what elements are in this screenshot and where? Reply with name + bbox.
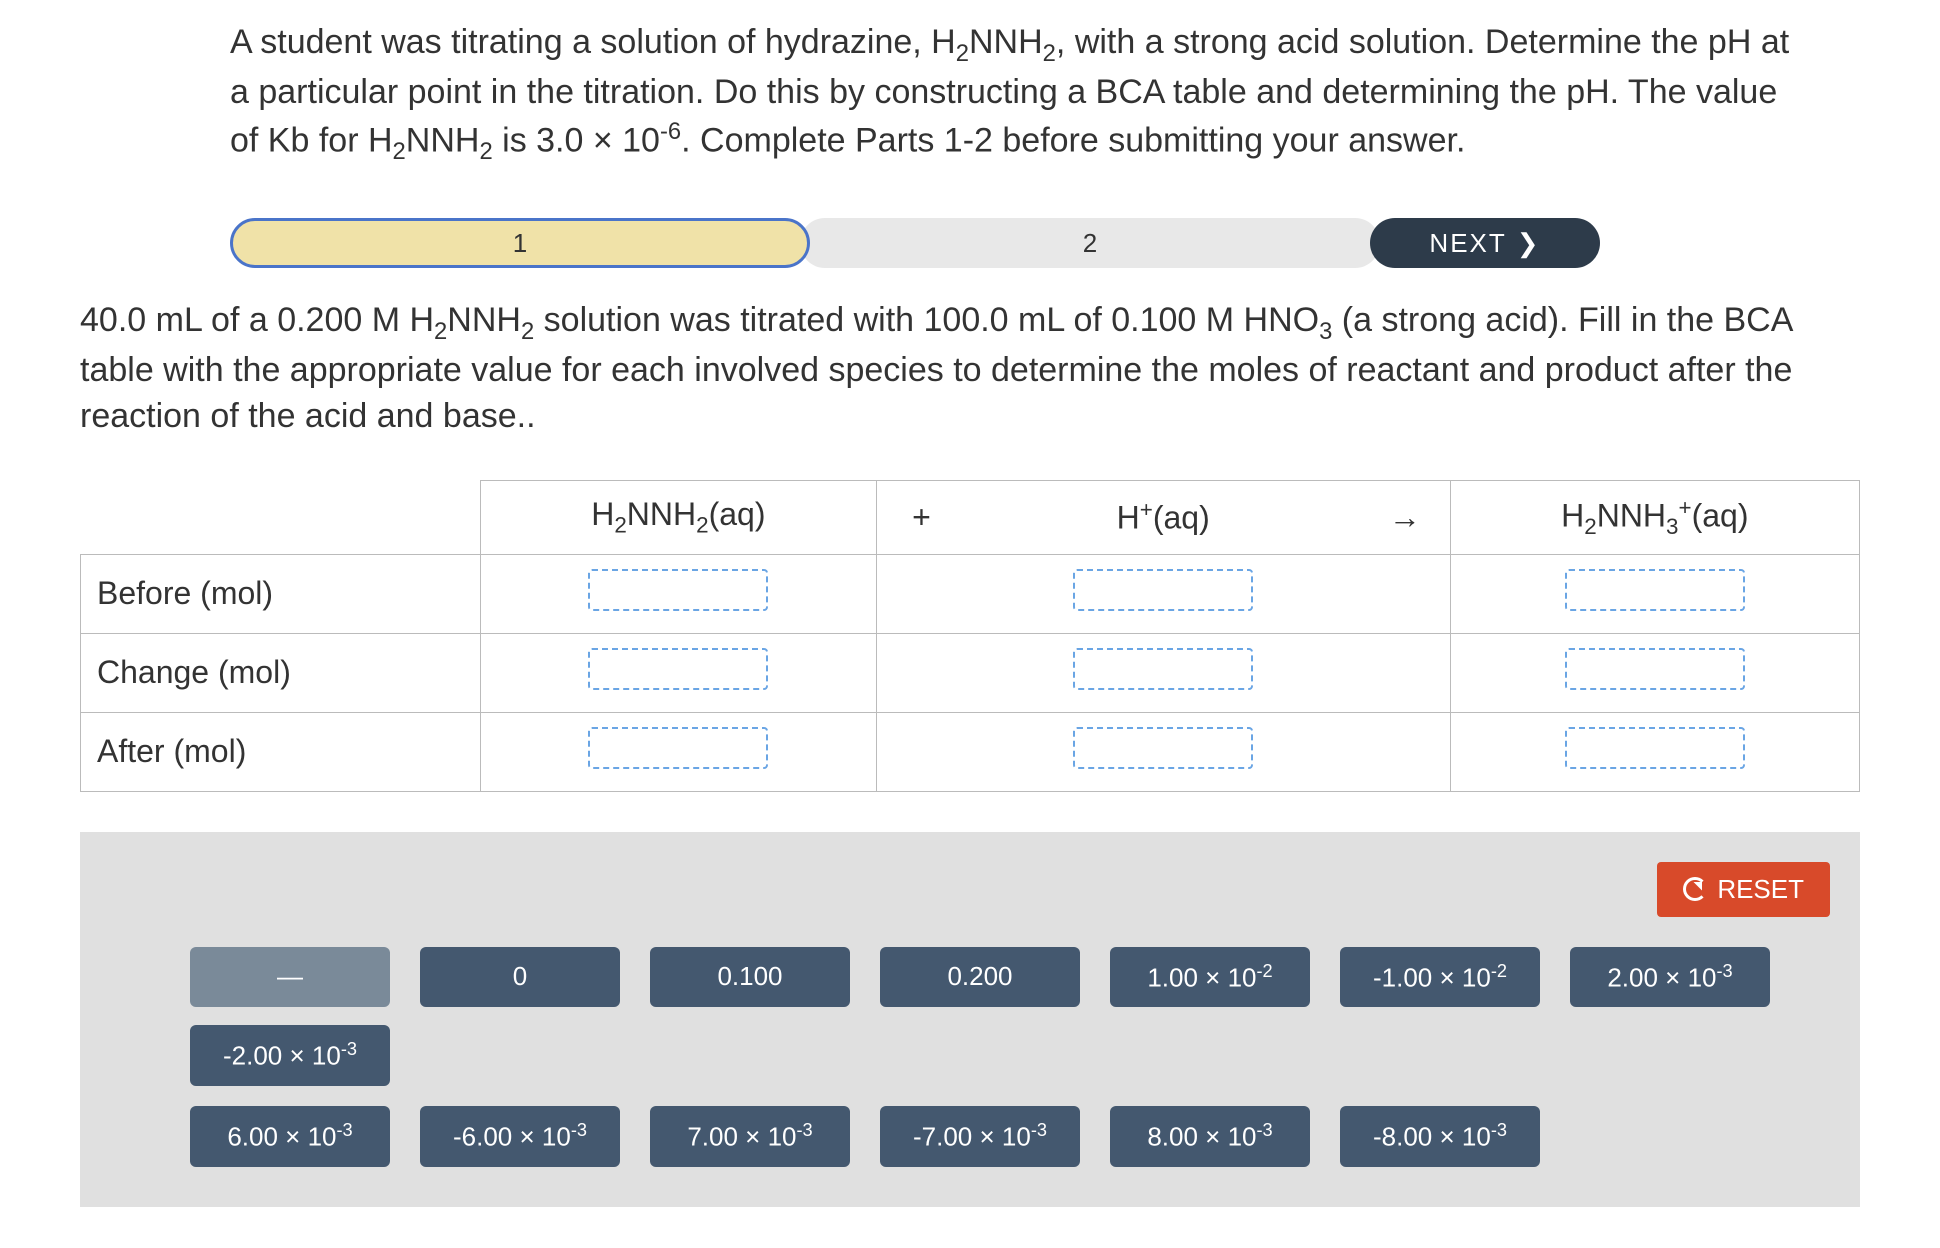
col-header-hplus: H+(aq): [966, 480, 1360, 554]
dropzone-after-col1[interactable]: [588, 727, 768, 769]
answer-tile[interactable]: 8.00 × 10-3: [1110, 1106, 1310, 1167]
tiles-row-2: 6.00 × 10-3 -6.00 × 10-3 7.00 × 10-3 -7.00 …: [110, 1106, 1830, 1167]
arrow-symbol: →: [1360, 480, 1450, 554]
answer-tile[interactable]: -8.00 × 10-3: [1340, 1106, 1540, 1167]
tiles-row-1: — 0 0.100 0.200 1.00 × 10-2 -1.00 × 10-2 2.00 …: [110, 947, 1830, 1086]
answer-tile[interactable]: 1.00 × 10-2: [1110, 947, 1310, 1008]
dropzone-after-col2[interactable]: [1073, 727, 1253, 769]
tab-part-1[interactable]: 1: [230, 218, 810, 268]
dropzone-change-col1[interactable]: [588, 648, 768, 690]
dropzone-change-col3[interactable]: [1565, 648, 1745, 690]
row-label-change: Change (mol): [81, 633, 481, 712]
answer-tile[interactable]: 7.00 × 10-3: [650, 1106, 850, 1167]
sub-question-text: 40.0 mL of a 0.200 M H2NNH2 solution was…: [80, 298, 1860, 440]
answer-tile[interactable]: 0.200: [880, 947, 1080, 1008]
answer-tile[interactable]: —: [190, 947, 390, 1008]
row-label-after: After (mol): [81, 712, 481, 791]
dropzone-change-col2[interactable]: [1073, 648, 1253, 690]
nav-row: 1 2 NEXT ❯: [80, 218, 1860, 268]
answer-tile[interactable]: -1.00 × 10-2: [1340, 947, 1540, 1008]
row-label-before: Before (mol): [81, 554, 481, 633]
dropzone-after-col3[interactable]: [1565, 727, 1745, 769]
next-button[interactable]: NEXT ❯: [1370, 218, 1600, 268]
answer-tile[interactable]: -6.00 × 10-3: [420, 1106, 620, 1167]
dropzone-before-col1[interactable]: [588, 569, 768, 611]
next-label: NEXT: [1429, 228, 1506, 259]
answer-tile[interactable]: 0: [420, 947, 620, 1008]
undo-icon: [1683, 877, 1707, 901]
bca-table: H2NNH2(aq) + H+(aq) → H2NNH3+(aq) Before…: [80, 480, 1860, 792]
dropzone-before-col2[interactable]: [1073, 569, 1253, 611]
col-header-conjugate: H2NNH3+(aq): [1450, 480, 1859, 554]
answer-tile[interactable]: 6.00 × 10-3: [190, 1106, 390, 1167]
reset-button[interactable]: RESET: [1657, 862, 1830, 917]
answer-tile-area: RESET — 0 0.100 0.200 1.00 × 10-2 -1.00 × 10-…: [80, 832, 1860, 1207]
plus-symbol: +: [876, 480, 966, 554]
dropzone-before-col3[interactable]: [1565, 569, 1745, 611]
question-text: A student was titrating a solution of hy…: [230, 20, 1790, 168]
answer-tile[interactable]: -7.00 × 10-3: [880, 1106, 1080, 1167]
answer-tile[interactable]: 0.100: [650, 947, 850, 1008]
answer-tile[interactable]: 2.00 × 10-3: [1570, 947, 1770, 1008]
chevron-right-icon: ❯: [1517, 228, 1541, 259]
col-header-hydrazine: H2NNH2(aq): [481, 480, 877, 554]
reset-label: RESET: [1717, 874, 1804, 905]
tab-part-2[interactable]: 2: [800, 218, 1380, 268]
answer-tile[interactable]: -2.00 × 10-3: [190, 1025, 390, 1086]
